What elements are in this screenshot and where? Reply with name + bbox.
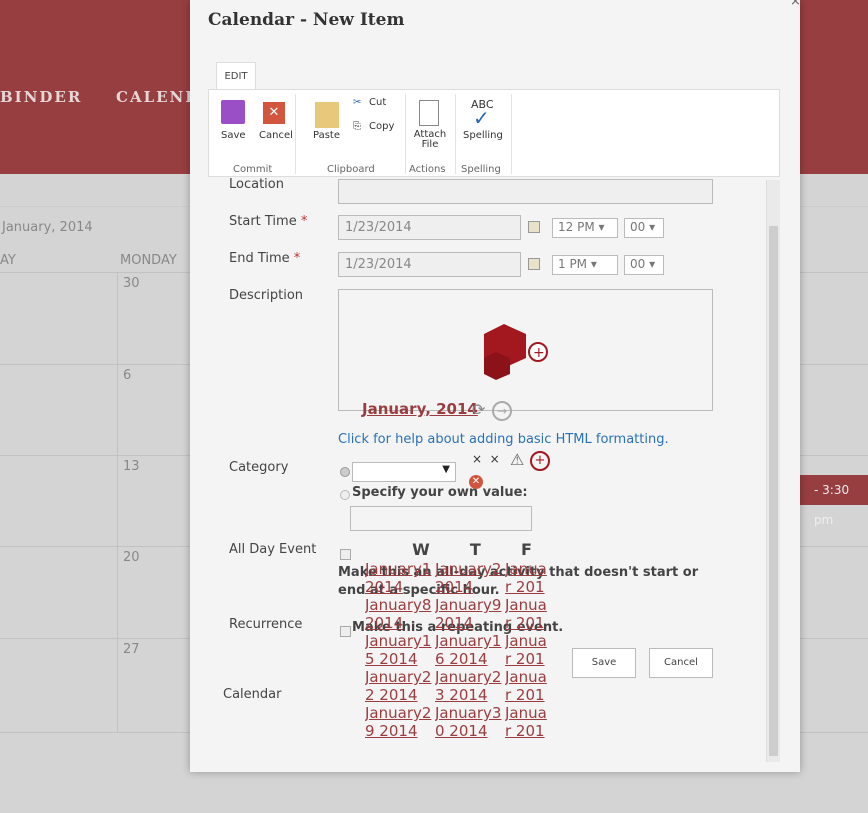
ribbon: Save ✕ Cancel Paste ✂ Cut ⎘ Copy Attach … xyxy=(208,89,780,177)
picker-month-link[interactable]: January, 2014 xyxy=(362,400,478,418)
end-hour-select[interactable]: 1 PM ▾ xyxy=(552,255,618,275)
category-label: Category xyxy=(229,460,289,475)
ribbon-cancel-button[interactable]: Cancel xyxy=(259,130,293,141)
close-icon[interactable]: × xyxy=(790,0,801,9)
start-time-label: Start Time * xyxy=(229,214,308,229)
date-cell[interactable]: 30 xyxy=(123,276,140,291)
location-label: Location xyxy=(229,177,284,192)
date-cell[interactable]: 20 xyxy=(123,550,140,565)
attach-icon[interactable] xyxy=(419,100,439,126)
group-commit: Commit xyxy=(233,164,273,175)
picker-week-row: January22 2014January23 2014Januar 2014 xyxy=(365,668,551,704)
start-hour-select[interactable]: 12 PM ▾ xyxy=(552,218,618,238)
picker-week-row: January8 2014January9 2014Januar 2014 xyxy=(365,596,551,632)
picker-day-link[interactable]: Januar 2014 xyxy=(505,560,551,596)
new-item-dialog: Calendar - New Item × EDIT Save ✕ Cancel… xyxy=(190,0,801,772)
category-radio-custom[interactable] xyxy=(340,490,350,500)
start-minute-select[interactable]: 00 ▾ xyxy=(624,218,664,238)
picker-day-link[interactable]: Januar 2014 xyxy=(505,596,551,632)
save-icon[interactable] xyxy=(221,100,245,124)
cancel-button[interactable]: Cancel xyxy=(649,648,713,678)
group-actions: Actions xyxy=(409,164,446,175)
specify-value-label: Specify your own value: xyxy=(352,485,528,500)
all-day-label: All Day Event xyxy=(229,542,317,557)
picker-day-link[interactable]: Januar 2014 xyxy=(505,632,551,668)
picker-day-link[interactable]: January16 2014 xyxy=(435,632,505,668)
picker-week-row: January15 2014January16 2014Januar 2014 xyxy=(365,632,551,668)
nav-binder[interactable]: BINDER xyxy=(0,88,82,106)
custom-category-input[interactable] xyxy=(350,506,532,531)
all-day-checkbox[interactable] xyxy=(340,549,351,560)
loading-cube-icon: + xyxy=(484,324,548,380)
description-label: Description xyxy=(229,288,304,303)
ribbon-spelling-button[interactable]: Spelling xyxy=(463,130,503,141)
tab-edit[interactable]: EDIT xyxy=(216,62,256,90)
dialog-title: Calendar - New Item xyxy=(208,10,405,30)
ribbon-paste-button[interactable]: Paste xyxy=(313,130,340,141)
save-button[interactable]: Save xyxy=(572,648,636,678)
day-header-monday: MONDAY xyxy=(120,253,177,268)
refresh-icon[interactable]: ⟳ xyxy=(472,400,485,419)
copy-icon: ⎘ xyxy=(353,121,361,132)
day-header: AY xyxy=(0,253,16,268)
error-icon: ✕ xyxy=(469,475,483,489)
picker-day-link[interactable]: Januar 2014 xyxy=(505,704,551,740)
picker-day-link[interactable]: January23 2014 xyxy=(435,668,505,704)
picker-day-link[interactable]: January29 2014 xyxy=(365,704,435,740)
paste-icon[interactable] xyxy=(315,102,339,128)
picker-day-link[interactable]: January22 2014 xyxy=(365,668,435,704)
start-date-input[interactable]: 1/23/2014 xyxy=(338,215,521,240)
close-icon[interactable]: × × xyxy=(472,452,500,466)
add-icon[interactable]: + xyxy=(530,451,550,471)
picker-week-row: January29 2014January30 2014Januar 2014 xyxy=(365,704,551,740)
picker-day-link[interactable]: January9 2014 xyxy=(435,596,505,632)
picker-grid: January1 2014January2 2014Januar 2014Jan… xyxy=(365,560,551,740)
svg-text:+: + xyxy=(533,345,545,361)
picker-day-link[interactable]: January8 2014 xyxy=(365,596,435,632)
html-help-link[interactable]: Click for help about adding basic HTML f… xyxy=(338,432,669,447)
picker-day-link[interactable]: January1 2014 xyxy=(365,560,435,596)
category-radio-choice[interactable] xyxy=(340,467,350,477)
picker-day-link[interactable]: Januar 2014 xyxy=(505,668,551,704)
ribbon-copy-button[interactable]: Copy xyxy=(369,121,394,132)
date-cell[interactable]: 27 xyxy=(123,642,140,657)
end-time-label: End Time * xyxy=(229,251,301,266)
date-cell[interactable]: 13 xyxy=(123,459,140,474)
cut-icon: ✂ xyxy=(353,97,362,108)
end-minute-select[interactable]: 00 ▾ xyxy=(624,255,664,275)
footer-list-label: Calendar xyxy=(223,687,282,702)
category-select[interactable]: ▼ xyxy=(352,462,456,482)
group-clipboard: Clipboard xyxy=(327,164,375,175)
calendar-icon[interactable] xyxy=(528,221,540,233)
calendar-icon[interactable] xyxy=(528,258,540,270)
nav-calendar[interactable]: CALEND xyxy=(116,88,200,106)
warning-icon: ⚠ xyxy=(510,450,525,469)
calendar-event[interactable]: - 3:30 pm xyxy=(800,475,868,527)
scrollbar[interactable] xyxy=(766,180,780,762)
next-month-icon[interactable]: → xyxy=(492,401,512,421)
recurrence-checkbox[interactable] xyxy=(340,626,351,637)
picker-day-link[interactable]: January2 2014 xyxy=(435,560,505,596)
ribbon-save-button[interactable]: Save xyxy=(221,130,246,141)
picker-day-link[interactable]: January30 2014 xyxy=(435,704,505,740)
end-date-input[interactable]: 1/23/2014 xyxy=(338,252,521,277)
picker-week-row: January1 2014January2 2014Januar 2014 xyxy=(365,560,551,596)
checkmark-icon: ✓ xyxy=(473,106,490,130)
location-input[interactable] xyxy=(338,179,713,204)
calendar-month: January, 2014 xyxy=(2,220,93,235)
picker-day-link[interactable]: January15 2014 xyxy=(365,632,435,668)
group-spelling: Spelling xyxy=(461,164,501,175)
ribbon-attach-button[interactable]: Attach File xyxy=(413,130,447,150)
cancel-icon[interactable]: ✕ xyxy=(263,102,285,124)
date-cell[interactable]: 6 xyxy=(123,368,131,383)
ribbon-cut-button[interactable]: Cut xyxy=(369,97,386,108)
recurrence-label: Recurrence xyxy=(229,617,303,632)
picker-weekdays: WTF xyxy=(412,540,532,559)
